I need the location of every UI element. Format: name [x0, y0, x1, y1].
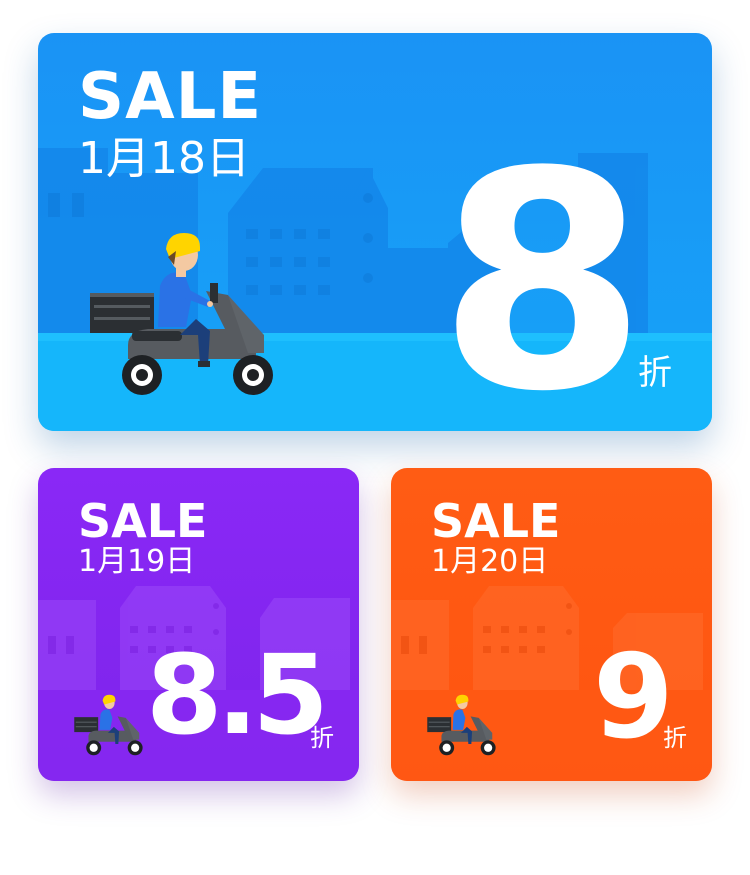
discount-value: 9 — [593, 630, 674, 765]
sale-title: SALE — [78, 494, 208, 548]
sale-date: 1月18日 — [78, 133, 250, 184]
sale-title: SALE — [78, 60, 263, 134]
discount-unit: 折 — [310, 724, 334, 752]
sale-card-jan-18[interactable]: SALE 1月18日 8 折 — [38, 33, 712, 431]
sale-date: 1月20日 — [431, 544, 549, 579]
delivery-rider-icon — [74, 694, 143, 756]
discount-unit: 折 — [663, 724, 687, 752]
discount-unit: 折 — [638, 353, 672, 393]
discount-value: 8 — [438, 108, 647, 432]
sale-title: SALE — [431, 494, 561, 548]
sale-card-jan-19[interactable]: SALE 1月19日 8.5 折 — [38, 468, 359, 781]
delivery-rider-icon — [90, 233, 273, 395]
delivery-rider-icon — [427, 694, 496, 756]
discount-value: 8.5 — [146, 631, 329, 759]
sale-date: 1月19日 — [78, 544, 196, 579]
sale-card-jan-20[interactable]: SALE 1月20日 9 折 — [391, 468, 712, 781]
